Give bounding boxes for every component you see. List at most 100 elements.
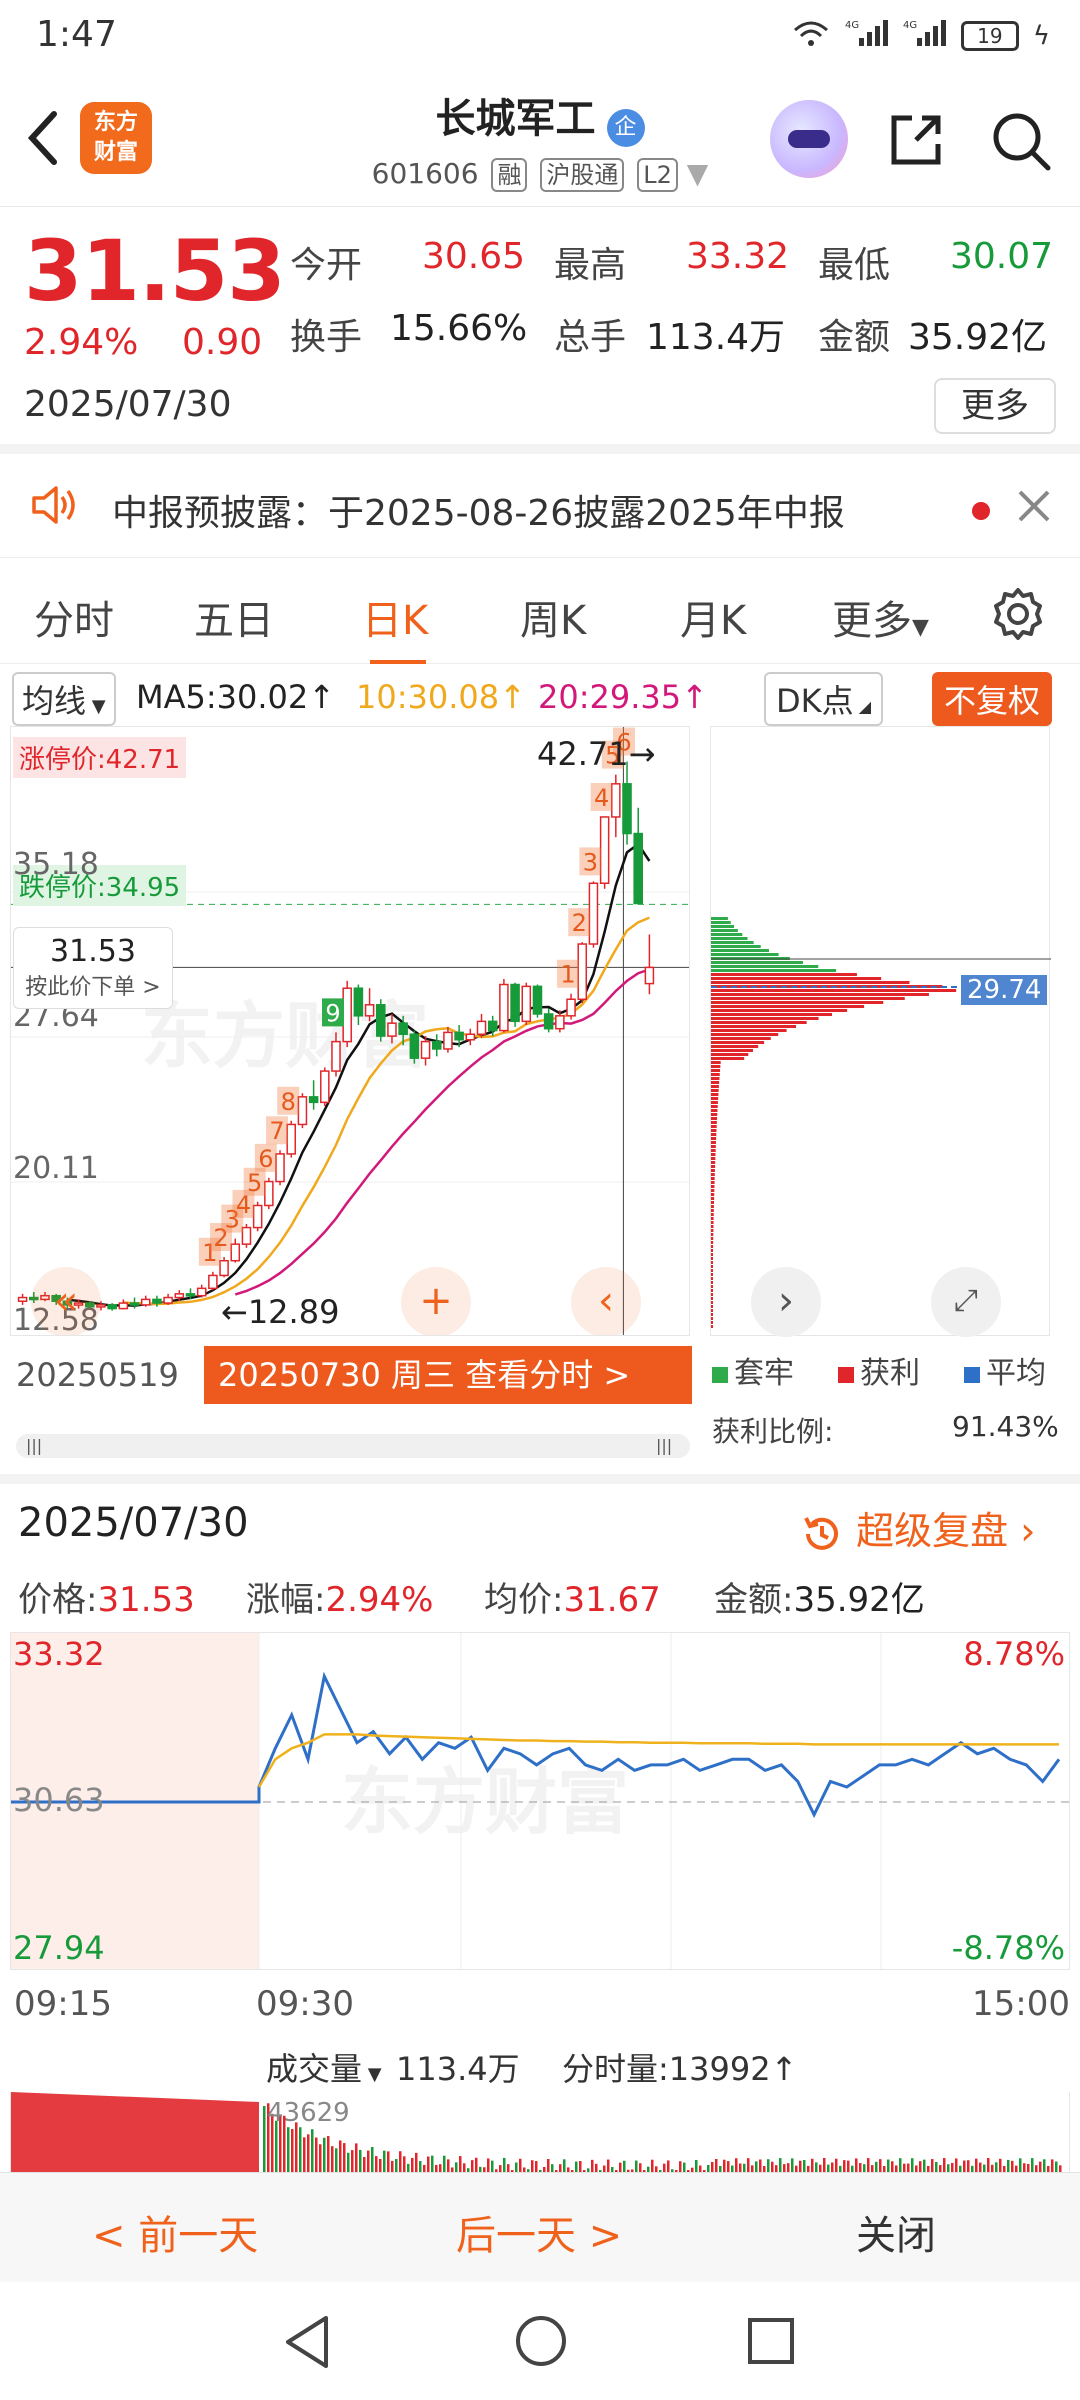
logo-text-2: 财富 [93,140,138,165]
chip-bar [711,1309,713,1312]
kline-chart[interactable]: 东方财富 123456789123456 涨停价:42.71 跌停价:34.95… [10,726,690,1336]
tab-daily-k[interactable]: 日K [362,588,428,646]
scroll-left-double-icon[interactable]: « [31,1267,101,1335]
volume-bar [383,2150,386,2172]
previous-day-button[interactable]: < 前一天 [92,2203,258,2261]
nav-recents-icon[interactable] [746,2316,796,2370]
intraday-svg [11,1633,1069,1969]
chip-bar [711,937,748,940]
low-value: 30.07 [950,236,1054,277]
next-day-button[interactable]: 后一天 > [456,2203,622,2261]
volume-bar [591,2159,594,2172]
candle-body [588,882,599,945]
volume-bar [991,2164,994,2172]
stock-title-block[interactable]: 长城军工 企 601606 融 沪股通 L2 ▼ [330,86,750,192]
legend-swatch-red [838,1366,854,1383]
chip-bar [711,1125,717,1128]
candle-body [152,1298,162,1304]
chip-bar [711,1041,765,1044]
close-button[interactable]: 关闭 [856,2203,936,2261]
super-replay-button[interactable]: 超级复盘 › [800,1500,1035,1556]
notice-bar[interactable]: 中报预披露：于2025-08-26披露2025年中报 [0,454,1080,558]
volume-bar [503,2157,506,2172]
intraday-bottom-price: 27.94 [13,1929,105,1967]
search-icon[interactable] [990,110,1052,172]
amount-label: 金额 [818,317,891,358]
volume-bar [339,2140,342,2172]
start-date: 20250519 [16,1356,179,1394]
nav-home-icon[interactable] [514,2314,568,2372]
status-bar: 1:47 4G 4G 19 ϟ [0,0,1080,72]
chip-bar [711,1161,716,1164]
chip-bar [711,1133,717,1136]
zoom-in-icon[interactable]: + [401,1267,471,1335]
chip-bar [711,941,754,944]
volume-bar [843,2160,846,2172]
view-intraday-button[interactable]: 20250730 周三 查看分时 > [204,1346,692,1404]
app-logo[interactable]: 东方 财富 [80,102,152,174]
chip-bar [711,1013,833,1016]
more-quote-button[interactable]: 更多 [934,378,1056,434]
last-price: 31.53 [24,222,286,320]
adjust-mode-button[interactable]: 不复权 [932,672,1053,726]
step-left-icon[interactable]: ‹ [571,1267,641,1335]
volume-bar [1035,2165,1038,2172]
volume-chart[interactable]: 43629 [10,2092,1070,2172]
detail-date: 2025/07/30 [18,1500,249,1546]
candle-body [107,1304,117,1310]
chip-bar [711,1209,714,1212]
intraday-chart[interactable]: 东方财富 33.32 30.63 27.94 8.78% -8.78% [10,1632,1070,1970]
crosshair-price-box[interactable]: 31.53 按此价下单 > [13,927,173,1009]
tab-five-day[interactable]: 五日 [194,588,274,646]
volume-bar [987,2158,990,2172]
enterprise-badge: 企 [606,108,645,147]
volume-bar [347,2152,350,2172]
tab-weekly-k[interactable]: 周K [520,588,586,646]
volume-bar [887,2159,890,2172]
scroll-handle-right[interactable]: ||| [656,1436,672,1455]
tab-more[interactable]: 更多▼ [832,588,929,646]
active-tab-indicator [370,660,426,664]
tab-more-label: 更多 [832,598,912,644]
detail-amount: 金额:35.92亿 [714,1572,925,1621]
candle-body [208,1274,218,1290]
gear-icon[interactable] [990,586,1046,646]
chip-bar [711,1061,721,1064]
close-icon[interactable] [1016,488,1052,528]
volume-bar [923,2159,926,2172]
dk-points-button[interactable]: DK点 ◢ [764,672,884,726]
volume-bar [695,2159,698,2172]
ma5-line [67,842,651,1307]
ma-selector[interactable]: 均线 ▼ [12,672,116,726]
volume-bar [775,2165,778,2172]
tab-monthly-k[interactable]: 月K [680,588,746,646]
back-button[interactable] [18,102,68,172]
kline-scrollbar[interactable]: ||| ||| [16,1434,690,1458]
volume-bar [1031,2158,1034,2172]
chip-bar [711,1121,717,1124]
step-right-icon[interactable]: › [751,1267,821,1337]
crosshair-hint-text: 按此价下单 [25,975,136,1000]
nav-back-icon[interactable] [280,2312,334,2376]
chip-bar [711,1301,713,1304]
volume-bar [459,2156,462,2172]
td-count-label: 3 [583,848,598,876]
share-icon[interactable] [886,110,946,170]
expand-icon[interactable]: ⤢ [931,1267,1001,1337]
chip-bar [711,1269,713,1272]
chip-bar [711,1241,714,1244]
volume-selector[interactable]: 成交量 ▼ [266,2044,382,2090]
tab-intraday[interactable]: 分时 [34,588,114,646]
chip-bar [711,1093,719,1096]
scroll-handle-left[interactable]: ||| [26,1436,42,1455]
volume-bar [995,2162,998,2172]
chip-bar [711,1129,717,1132]
chip-bar [711,969,837,972]
chip-distribution[interactable]: 29.74 › ⤢ [710,726,1051,1337]
chip-bar [711,1221,714,1224]
ai-assistant-icon[interactable] [770,100,848,178]
volume-bar [967,2160,970,2172]
volume-bar [727,2161,730,2172]
chip-bar [711,1105,718,1108]
history-icon [804,1516,838,1550]
